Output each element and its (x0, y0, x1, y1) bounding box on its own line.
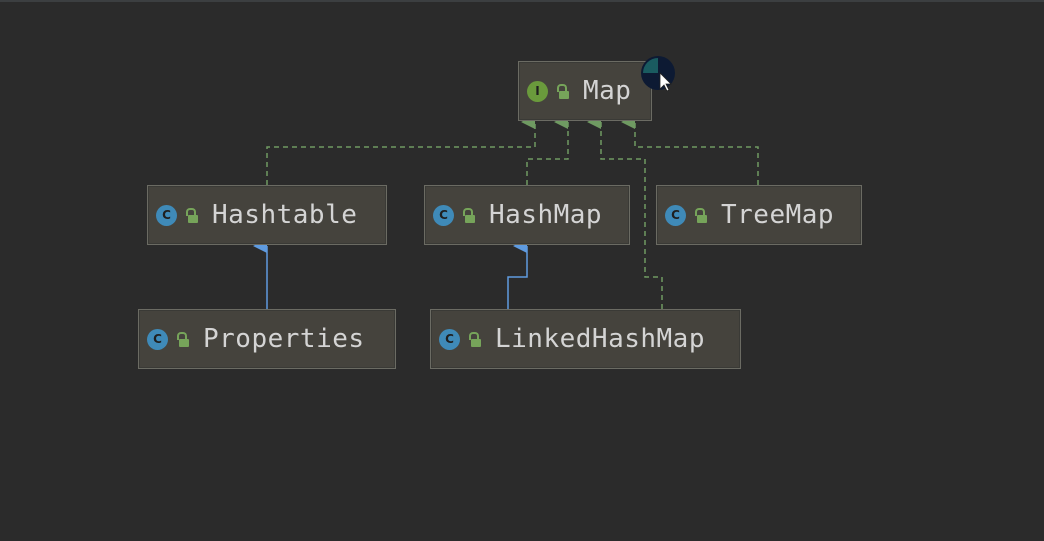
lock-icon (176, 331, 190, 347)
node-hashmap[interactable]: C HashMap (424, 185, 630, 245)
node-label: HashMap (489, 200, 603, 230)
class-icon: C (147, 328, 168, 350)
node-properties[interactable]: C Properties (138, 309, 396, 369)
edge-linkedhashmap-extends-hashmap (507, 239, 528, 309)
class-icon: C (439, 328, 460, 350)
lock-icon (185, 207, 199, 223)
node-label: Hashtable (212, 200, 358, 230)
node-treemap[interactable]: C TreeMap (656, 185, 862, 245)
class-icon: C (665, 204, 686, 226)
lock-icon (462, 207, 476, 223)
edge-hashmap-implements-map (526, 115, 569, 185)
lock-icon (694, 207, 708, 223)
node-linkedhashmap[interactable]: C LinkedHashMap (430, 309, 741, 369)
mouse-cursor-icon (641, 56, 675, 92)
node-label: TreeMap (721, 200, 835, 230)
edge-treemap-implements-map (621, 115, 759, 185)
lock-icon (556, 83, 570, 99)
edge-hashtable-implements-map (266, 115, 536, 185)
node-hashtable[interactable]: C Hashtable (147, 185, 387, 245)
node-label: Properties (203, 324, 365, 354)
class-icon: C (433, 204, 454, 226)
interface-icon: I (527, 80, 548, 102)
node-label: LinkedHashMap (495, 324, 705, 354)
node-label: Map (583, 76, 632, 106)
lock-icon (468, 331, 482, 347)
node-map[interactable]: I Map (518, 61, 652, 121)
class-icon: C (156, 204, 177, 226)
